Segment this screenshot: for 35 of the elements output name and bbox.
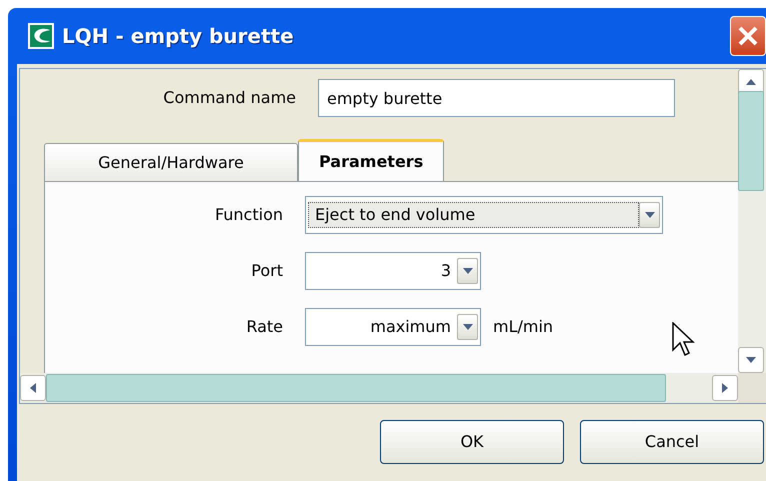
close-button[interactable]	[730, 16, 766, 56]
dialog-button[interactable]: Cancel	[580, 420, 764, 464]
dropdown-button[interactable]	[639, 202, 660, 228]
field-label: Port	[250, 260, 283, 282]
scroll-down-button[interactable]	[738, 347, 764, 373]
dialog-button[interactable]: OK	[380, 420, 564, 464]
caret-icon	[462, 324, 472, 330]
window-title: LQH - empty burette	[62, 23, 294, 50]
field-label: Function	[214, 204, 283, 226]
field-label: Rate	[245, 316, 283, 338]
unit-label: mL/min	[493, 316, 554, 338]
scroll-right-button[interactable]	[712, 375, 738, 401]
vertical-scrollbar[interactable]	[738, 69, 766, 373]
scroll-thumb[interactable]	[738, 91, 764, 191]
tab[interactable]: Parameters	[298, 139, 444, 181]
app-icon	[28, 23, 54, 49]
dropdown-button[interactable]	[457, 258, 478, 284]
dropdown-field[interactable]: maximum	[305, 308, 481, 346]
horizontal-scrollbar[interactable]	[20, 373, 738, 403]
caret-icon	[462, 268, 472, 274]
right-arrow-icon	[721, 382, 729, 394]
up-arrow-icon	[745, 78, 757, 86]
dropdown-button[interactable]	[457, 314, 478, 340]
scroll-left-button[interactable]	[20, 375, 46, 401]
mouse-pointer-icon	[672, 322, 696, 358]
caret-icon	[644, 212, 654, 218]
scroll-thumb[interactable]	[46, 374, 666, 402]
close-icon	[737, 25, 759, 47]
field-label: Command name	[162, 87, 296, 109]
dropdown-field[interactable]: Eject to end volume	[305, 196, 663, 234]
left-arrow-icon	[29, 382, 37, 394]
dropdown-field[interactable]: 3	[305, 252, 481, 290]
tab[interactable]: General/Hardware	[44, 143, 298, 181]
command-name-field[interactable]: empty burette	[318, 79, 675, 117]
down-arrow-icon	[745, 356, 757, 364]
